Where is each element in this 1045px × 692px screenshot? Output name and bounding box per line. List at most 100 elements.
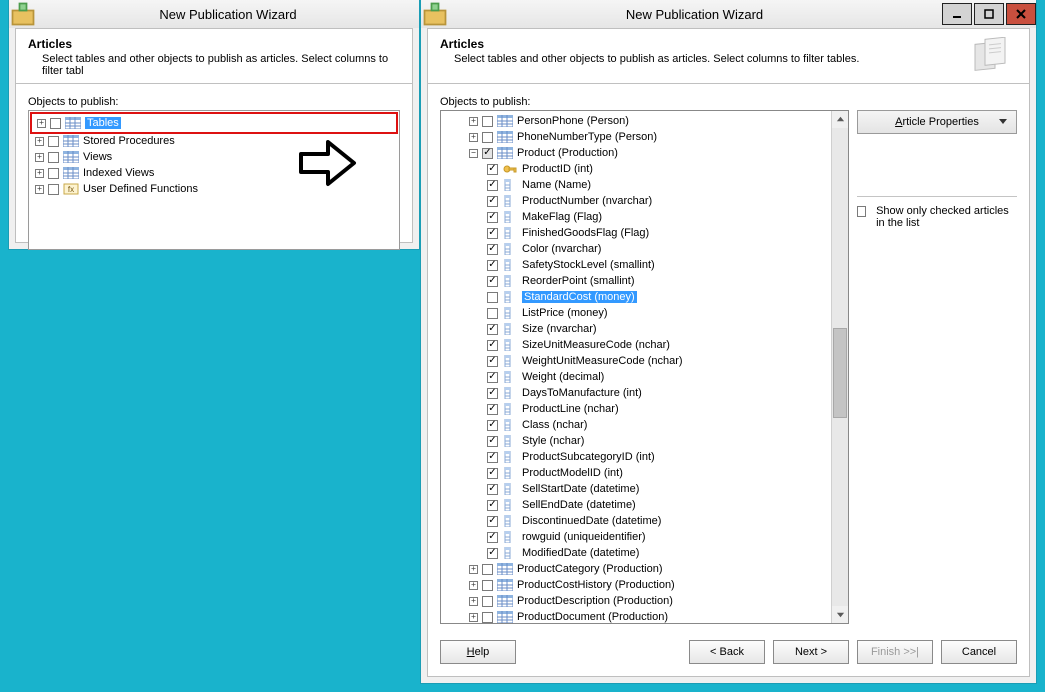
objects-tree-right[interactable]: +PersonPhone (Person)+PhoneNumberType (P… xyxy=(440,110,849,624)
column-node[interactable]: ProductModelID (int) xyxy=(443,465,829,481)
table-node[interactable]: +ProductCategory (Production) xyxy=(443,561,829,577)
expander-icon[interactable]: + xyxy=(469,133,478,142)
column-node[interactable]: ProductNumber (nvarchar) xyxy=(443,193,829,209)
node-checkbox[interactable] xyxy=(48,152,59,163)
expander-icon[interactable]: + xyxy=(469,565,478,574)
scroll-down-button[interactable] xyxy=(832,606,848,623)
column-node[interactable]: DaysToManufacture (int) xyxy=(443,385,829,401)
finish-button[interactable]: Finish >>| xyxy=(857,640,933,664)
node-checkbox[interactable] xyxy=(487,212,498,223)
column-node[interactable]: Size (nvarchar) xyxy=(443,321,829,337)
help-button[interactable]: Help xyxy=(440,640,516,664)
node-checkbox[interactable] xyxy=(487,276,498,287)
node-checkbox[interactable] xyxy=(482,612,493,623)
table-node[interactable]: +PhoneNumberType (Person) xyxy=(443,129,829,145)
expander-icon[interactable]: + xyxy=(469,117,478,126)
node-checkbox[interactable] xyxy=(487,164,498,175)
column-node[interactable]: Class (nchar) xyxy=(443,417,829,433)
column-node[interactable]: WeightUnitMeasureCode (nchar) xyxy=(443,353,829,369)
expander-icon[interactable]: + xyxy=(35,137,44,146)
article-properties-button[interactable]: Article Properties xyxy=(857,110,1017,134)
node-label: SellStartDate (datetime) xyxy=(522,483,639,495)
column-node[interactable]: Color (nvarchar) xyxy=(443,241,829,257)
node-checkbox[interactable] xyxy=(487,308,498,319)
column-node[interactable]: FinishedGoodsFlag (Flag) xyxy=(443,225,829,241)
node-checkbox[interactable] xyxy=(487,180,498,191)
next-button[interactable]: Next > xyxy=(773,640,849,664)
node-checkbox[interactable] xyxy=(487,404,498,415)
column-node[interactable]: rowguid (uniqueidentifier) xyxy=(443,529,829,545)
show-only-checked-checkbox[interactable] xyxy=(857,206,866,217)
column-node[interactable]: ListPrice (money) xyxy=(443,305,829,321)
table-node[interactable]: +ProductDescription (Production) xyxy=(443,593,829,609)
node-checkbox[interactable] xyxy=(487,532,498,543)
column-node[interactable]: SizeUnitMeasureCode (nchar) xyxy=(443,337,829,353)
minimize-button[interactable] xyxy=(942,3,972,25)
node-checkbox[interactable] xyxy=(487,228,498,239)
node-checkbox[interactable] xyxy=(487,452,498,463)
table-node[interactable]: +ProductDocument (Production) xyxy=(443,609,829,623)
node-checkbox[interactable] xyxy=(487,260,498,271)
maximize-button[interactable] xyxy=(974,3,1004,25)
scroll-up-button[interactable] xyxy=(832,111,848,128)
close-button[interactable] xyxy=(1006,3,1036,25)
node-checkbox[interactable] xyxy=(487,388,498,399)
expander-icon[interactable]: + xyxy=(35,153,44,162)
node-checkbox[interactable] xyxy=(487,548,498,559)
node-checkbox[interactable] xyxy=(487,420,498,431)
node-checkbox[interactable] xyxy=(487,244,498,255)
node-checkbox[interactable] xyxy=(487,356,498,367)
node-checkbox[interactable] xyxy=(487,500,498,511)
expander-icon[interactable]: + xyxy=(37,119,46,128)
column-node[interactable]: SafetyStockLevel (smallint) xyxy=(443,257,829,273)
node-checkbox[interactable] xyxy=(48,184,59,195)
node-checkbox[interactable] xyxy=(482,564,493,575)
cancel-button[interactable]: Cancel xyxy=(941,640,1017,664)
back-button[interactable]: < Back xyxy=(689,640,765,664)
tree-node[interactable]: +Tables xyxy=(33,115,395,131)
node-checkbox[interactable] xyxy=(487,516,498,527)
column-node[interactable]: Name (Name) xyxy=(443,177,829,193)
table-node[interactable]: −Product (Production) xyxy=(443,145,829,161)
node-checkbox[interactable] xyxy=(487,340,498,351)
expander-icon[interactable]: + xyxy=(35,169,44,178)
column-node[interactable]: ProductSubcategoryID (int) xyxy=(443,449,829,465)
expander-icon[interactable]: + xyxy=(469,581,478,590)
show-only-checked-option[interactable]: Show only checked articles in the list xyxy=(857,205,1017,229)
node-checkbox[interactable] xyxy=(487,484,498,495)
expander-icon[interactable]: + xyxy=(469,613,478,622)
column-node[interactable]: DiscontinuedDate (datetime) xyxy=(443,513,829,529)
column-node[interactable]: Style (nchar) xyxy=(443,433,829,449)
expander-icon[interactable]: + xyxy=(469,597,478,606)
node-checkbox[interactable] xyxy=(482,148,493,159)
node-checkbox[interactable] xyxy=(482,596,493,607)
column-node[interactable]: SellEndDate (datetime) xyxy=(443,497,829,513)
node-checkbox[interactable] xyxy=(482,580,493,591)
scroll-thumb[interactable] xyxy=(833,328,847,418)
expander-icon[interactable]: − xyxy=(469,149,478,158)
node-checkbox[interactable] xyxy=(487,324,498,335)
node-checkbox[interactable] xyxy=(487,292,498,303)
table-node[interactable]: +ProductCostHistory (Production) xyxy=(443,577,829,593)
node-checkbox[interactable] xyxy=(482,116,493,127)
column-node[interactable]: SellStartDate (datetime) xyxy=(443,481,829,497)
node-checkbox[interactable] xyxy=(482,132,493,143)
table-node[interactable]: +PersonPhone (Person) xyxy=(443,113,829,129)
node-checkbox[interactable] xyxy=(487,436,498,447)
node-checkbox[interactable] xyxy=(48,168,59,179)
node-label: FinishedGoodsFlag (Flag) xyxy=(522,227,649,239)
column-node[interactable]: ProductLine (nchar) xyxy=(443,401,829,417)
expander-icon[interactable]: + xyxy=(35,185,44,194)
column-node[interactable]: StandardCost (money) xyxy=(443,289,829,305)
node-checkbox[interactable] xyxy=(48,136,59,147)
node-checkbox[interactable] xyxy=(50,118,61,129)
column-node[interactable]: ReorderPoint (smallint) xyxy=(443,273,829,289)
column-node[interactable]: ProductID (int) xyxy=(443,161,829,177)
node-checkbox[interactable] xyxy=(487,372,498,383)
node-checkbox[interactable] xyxy=(487,196,498,207)
node-checkbox[interactable] xyxy=(487,468,498,479)
column-node[interactable]: ModifiedDate (datetime) xyxy=(443,545,829,561)
column-node[interactable]: MakeFlag (Flag) xyxy=(443,209,829,225)
tree-scrollbar[interactable] xyxy=(831,111,848,623)
column-node[interactable]: Weight (decimal) xyxy=(443,369,829,385)
